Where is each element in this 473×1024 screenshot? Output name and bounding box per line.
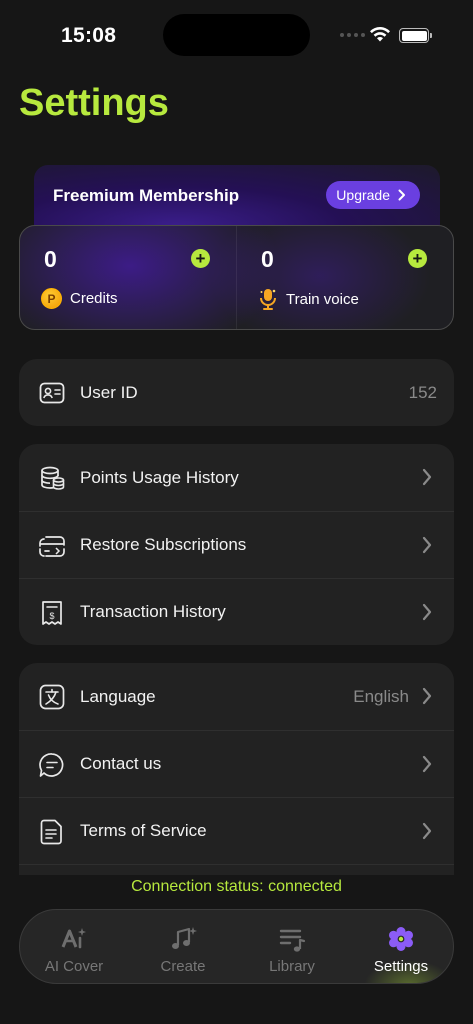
- membership-label: Freemium Membership: [53, 186, 240, 205]
- train-voice-cell: 0 + Train voice: [237, 226, 453, 329]
- page-title: Settings: [19, 82, 169, 124]
- train-voice-label: Train voice: [286, 290, 359, 308]
- restore-subscriptions-row[interactable]: Restore Subscriptions: [19, 511, 454, 578]
- chevron-right-icon: [422, 755, 432, 773]
- translate-icon: [39, 684, 65, 710]
- user-id-label: User ID: [80, 382, 138, 402]
- chevron-right-icon: [422, 536, 432, 554]
- contact-us-row[interactable]: Contact us: [19, 730, 454, 797]
- gear-icon: [389, 927, 413, 951]
- tab-label: Library: [269, 958, 315, 975]
- chevron-right-icon: [398, 189, 405, 201]
- credits-label: Credits: [70, 290, 118, 307]
- chat-icon: [39, 753, 64, 777]
- tab-library[interactable]: Library: [238, 910, 346, 983]
- balances-card: 0 + P Credits 0 + Train voice: [19, 225, 454, 330]
- contact-us-label: Contact us: [80, 754, 162, 773]
- battery-icon: [399, 28, 432, 43]
- wifi-icon: [370, 26, 390, 42]
- status-time: 15:08: [61, 24, 117, 47]
- document-icon: [40, 819, 62, 845]
- language-row[interactable]: Language English: [19, 663, 454, 730]
- upgrade-button[interactable]: Upgrade: [326, 181, 420, 209]
- coin-icon: P: [41, 288, 62, 309]
- user-id-value: 152: [408, 382, 437, 402]
- dynamic-island: [163, 14, 310, 56]
- tab-label: AI Cover: [44, 958, 104, 975]
- terms-of-service-label: Terms of Service: [80, 821, 207, 840]
- svg-text:$: $: [49, 611, 54, 621]
- user-id-row: User ID 152: [19, 359, 454, 426]
- credits-cell: 0 + P Credits: [20, 226, 236, 329]
- tab-label: Create: [160, 958, 206, 975]
- credits-value: 0: [44, 246, 57, 272]
- points-usage-history-row[interactable]: Points Usage History: [19, 444, 454, 511]
- restore-subscriptions-label: Restore Subscriptions: [80, 535, 247, 554]
- train-voice-value: 0: [261, 246, 274, 272]
- tab-ai-cover[interactable]: AI Cover: [20, 910, 128, 983]
- general-group: Language English Contact us Terms of Ser…: [19, 663, 454, 875]
- terms-of-service-row[interactable]: Terms of Service: [19, 797, 454, 864]
- transaction-history-label: Transaction History: [80, 602, 226, 621]
- language-value: English: [353, 686, 409, 706]
- tab-settings[interactable]: Settings: [347, 910, 453, 983]
- chevron-right-icon: [422, 468, 432, 486]
- chevron-right-icon: [422, 687, 432, 705]
- tab-label: Settings: [373, 958, 429, 975]
- id-card-icon: [39, 382, 65, 404]
- bottom-tab-bar: AI Cover Create Library Settings: [19, 909, 454, 984]
- transaction-history-row[interactable]: $ Transaction History: [19, 578, 454, 645]
- add-credits-button[interactable]: +: [191, 249, 210, 268]
- chevron-right-icon: [422, 822, 432, 840]
- ai-icon: [61, 928, 86, 949]
- status-bar: 15:08: [0, 0, 473, 60]
- points-usage-history-label: Points Usage History: [80, 467, 239, 487]
- signal-icon: [340, 33, 365, 37]
- upgrade-label: Upgrade: [336, 187, 390, 203]
- receipt-icon: $: [42, 601, 62, 625]
- database-icon: [41, 466, 65, 490]
- add-train-voice-button[interactable]: +: [408, 249, 427, 268]
- tab-create[interactable]: Create: [129, 910, 237, 983]
- playlist-icon: [279, 929, 306, 952]
- microphone-icon: [260, 289, 276, 310]
- history-group: Points Usage History Restore Subscriptio…: [19, 444, 454, 645]
- connection-status: Connection status: connected: [131, 878, 342, 895]
- chevron-right-icon: [422, 603, 432, 621]
- restore-card-icon: [39, 536, 65, 557]
- account-group: User ID 152: [19, 359, 454, 426]
- music-note-icon: [172, 927, 197, 949]
- list-item[interactable]: [19, 864, 454, 875]
- language-label: Language: [80, 686, 156, 706]
